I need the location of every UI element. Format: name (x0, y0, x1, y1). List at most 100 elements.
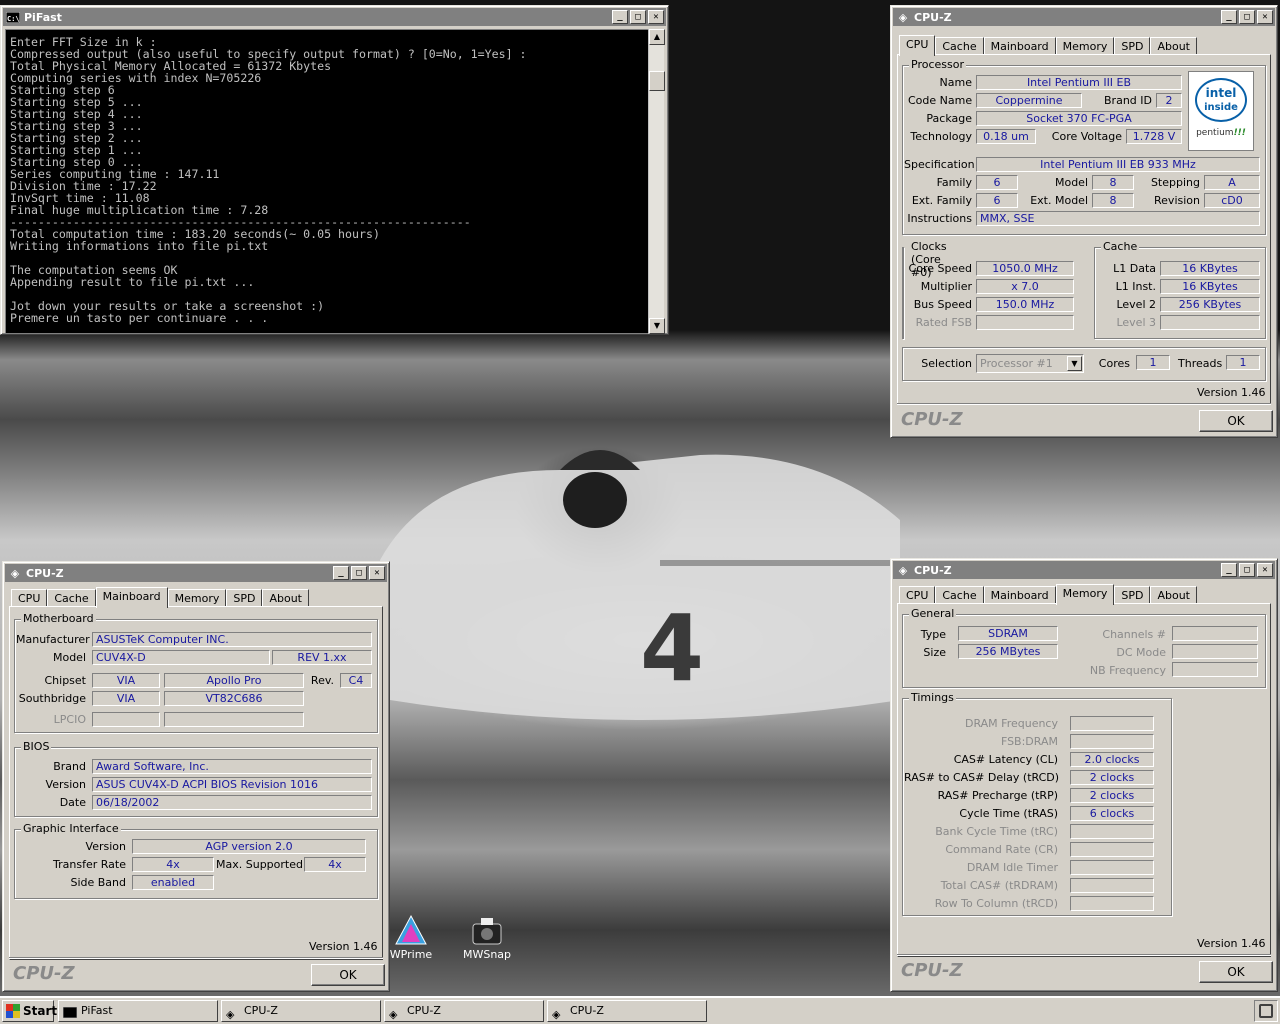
windows-logo-icon (6, 1004, 20, 1018)
bios-date-label: Date (59, 796, 86, 809)
tab-about[interactable]: About (262, 589, 309, 607)
cpuz-app-icon: ◈ (226, 1008, 235, 1021)
minimize-button[interactable]: _ (333, 566, 349, 580)
timing-value (1070, 860, 1154, 875)
desktop-icon-mwsnap[interactable]: MWSnap (452, 914, 522, 961)
ok-button[interactable]: OK (1199, 961, 1273, 983)
tab-about[interactable]: About (1150, 586, 1197, 604)
tab-spd[interactable]: SPD (1114, 37, 1151, 55)
tab-memory[interactable]: Memory (1055, 37, 1115, 55)
timing-value (1070, 734, 1154, 749)
scroll-down-button[interactable]: ▼ (649, 318, 665, 334)
bus-speed-field: 150.0 MHz (976, 297, 1074, 312)
tab-spd[interactable]: SPD (226, 589, 263, 607)
tab-cache[interactable]: Cache (935, 586, 984, 604)
tab-cpu[interactable]: CPU (899, 35, 936, 56)
minimize-button[interactable]: _ (1221, 10, 1237, 24)
l1-inst-label: L1 Inst. (1115, 280, 1156, 293)
cpuz-memory-window[interactable]: ◈ CPU-Z _ □ ✕ CPU Cache Mainboard Memory S… (890, 558, 1278, 992)
taskbar-item-label: PiFast (81, 1004, 113, 1017)
tab-cache[interactable]: Cache (47, 589, 96, 607)
ext-family-field: 6 (976, 193, 1018, 208)
level3-field (1160, 315, 1260, 330)
console-output[interactable]: Enter FFT Size in k : Compressed output (… (5, 29, 651, 334)
chevron-down-icon[interactable]: ▼ (1067, 356, 1082, 371)
taskbar-item-cpuz-3[interactable]: ◈ CPU-Z (547, 1000, 707, 1022)
tab-mainboard[interactable]: Mainboard (983, 37, 1056, 55)
threads-field: 1 (1226, 355, 1260, 370)
cpuz-titlebar[interactable]: ◈ CPU-Z _ □ ✕ (893, 8, 1275, 26)
pifast-titlebar[interactable]: C:\ PiFast _ □ ✕ (3, 8, 666, 26)
scroll-thumb[interactable] (649, 71, 665, 91)
group-label: BIOS (21, 740, 52, 753)
cpuz-cpu-window[interactable]: ◈ CPU-Z _ □ ✕ CPU Cache Mainboard Memory S… (890, 5, 1278, 438)
group-label: Graphic Interface (21, 822, 121, 835)
tab-memory[interactable]: Memory (167, 589, 227, 607)
desktop-icon-label: MWSnap (462, 948, 512, 961)
l1-data-field: 16 KBytes (1160, 261, 1260, 276)
maximize-button[interactable]: □ (351, 566, 367, 580)
timing-value (1070, 824, 1154, 839)
maximize-button[interactable]: □ (630, 10, 646, 24)
chipset-vendor-field: VIA (92, 673, 160, 688)
bios-brand-label: Brand (53, 760, 86, 773)
processor-select[interactable]: Processor #1 ▼ (976, 354, 1084, 373)
minimize-button[interactable]: _ (1221, 563, 1237, 577)
cpuz-brand-logo: CPU-Z (901, 409, 963, 430)
cpuz-titlebar[interactable]: ◈ CPU-Z _ □ ✕ (893, 561, 1275, 579)
timing-label: RAS# to CAS# Delay (tRCD) (904, 771, 1060, 784)
taskbar-item-cpuz-1[interactable]: ◈ CPU-Z (221, 1000, 381, 1022)
group-label: Motherboard (21, 612, 96, 625)
close-button[interactable]: ✕ (1257, 10, 1273, 24)
timing-label: FSB:DRAM (1000, 735, 1058, 748)
timing-label: Bank Cycle Time (tRC) (935, 825, 1058, 838)
tab-spd[interactable]: SPD (1114, 586, 1151, 604)
pifast-window[interactable]: C:\ PiFast _ □ ✕ Enter FFT Size in k : Comp… (0, 5, 669, 335)
minimize-button[interactable]: _ (612, 10, 628, 24)
camera-icon (472, 918, 502, 945)
bios-date-field: 06/18/2002 (92, 795, 372, 810)
gi-version-label: Version (85, 840, 126, 853)
tab-cpu[interactable]: CPU (899, 586, 936, 604)
timing-value: 2 clocks (1070, 770, 1154, 785)
ext-family-label: Ext. Family (911, 194, 972, 207)
console-line: Writing informations into file pi.txt (10, 239, 269, 253)
ok-button[interactable]: OK (311, 964, 385, 986)
maximize-button[interactable]: □ (1239, 10, 1255, 24)
close-button[interactable]: ✕ (1257, 563, 1273, 577)
close-button[interactable]: ✕ (369, 566, 385, 580)
taskbar-item-label: CPU-Z (244, 1004, 278, 1017)
tab-cache[interactable]: Cache (935, 37, 984, 55)
manufacturer-label: Manufacturer (16, 633, 90, 646)
cpuz-brand-logo: CPU-Z (901, 960, 963, 981)
network-icon[interactable] (1259, 1004, 1273, 1018)
group-label: Cache (1101, 240, 1140, 253)
ok-button[interactable]: OK (1199, 410, 1273, 432)
tab-cpu[interactable]: CPU (11, 589, 48, 607)
tab-mainboard[interactable]: Mainboard (95, 587, 168, 608)
name-field: Intel Pentium III EB (976, 75, 1182, 90)
intel-pentium-logo: intel inside pentium!!! (1188, 71, 1254, 151)
l1-data-label: L1 Data (1113, 262, 1156, 275)
cpuz-mainboard-window[interactable]: ◈ CPU-Z _ □ ✕ CPU Cache Mainboard Memory S… (2, 561, 390, 992)
cpu-tab-panel: Processor Name Intel Pentium III EB Code… (897, 54, 1271, 404)
rated-fsb-label: Rated FSB (915, 316, 972, 329)
taskbar-item-cpuz-2[interactable]: ◈ CPU-Z (384, 1000, 544, 1022)
chipset-label: Chipset (44, 674, 86, 687)
tab-mainboard[interactable]: Mainboard (983, 586, 1056, 604)
close-button[interactable]: ✕ (648, 10, 664, 24)
model-label: Model (52, 651, 86, 664)
tab-memory[interactable]: Memory (1055, 584, 1115, 605)
start-button[interactable]: Start (2, 1000, 57, 1022)
cpuz-app-icon: ◈ (898, 10, 908, 24)
console-scrollbar[interactable]: ▲ ▼ (648, 29, 665, 334)
tab-about[interactable]: About (1150, 37, 1197, 55)
cpuz-app-icon: ◈ (898, 563, 908, 577)
desktop-icon-label: WPrime (389, 948, 433, 961)
scroll-up-button[interactable]: ▲ (649, 29, 665, 45)
maximize-button[interactable]: □ (1239, 563, 1255, 577)
level3-label: Level 3 (1116, 316, 1156, 329)
taskbar-item-pifast[interactable]: PiFast (58, 1000, 218, 1022)
version-label: Version 1.46 (1197, 937, 1266, 950)
cpuz-titlebar[interactable]: ◈ CPU-Z _ □ ✕ (5, 564, 387, 582)
